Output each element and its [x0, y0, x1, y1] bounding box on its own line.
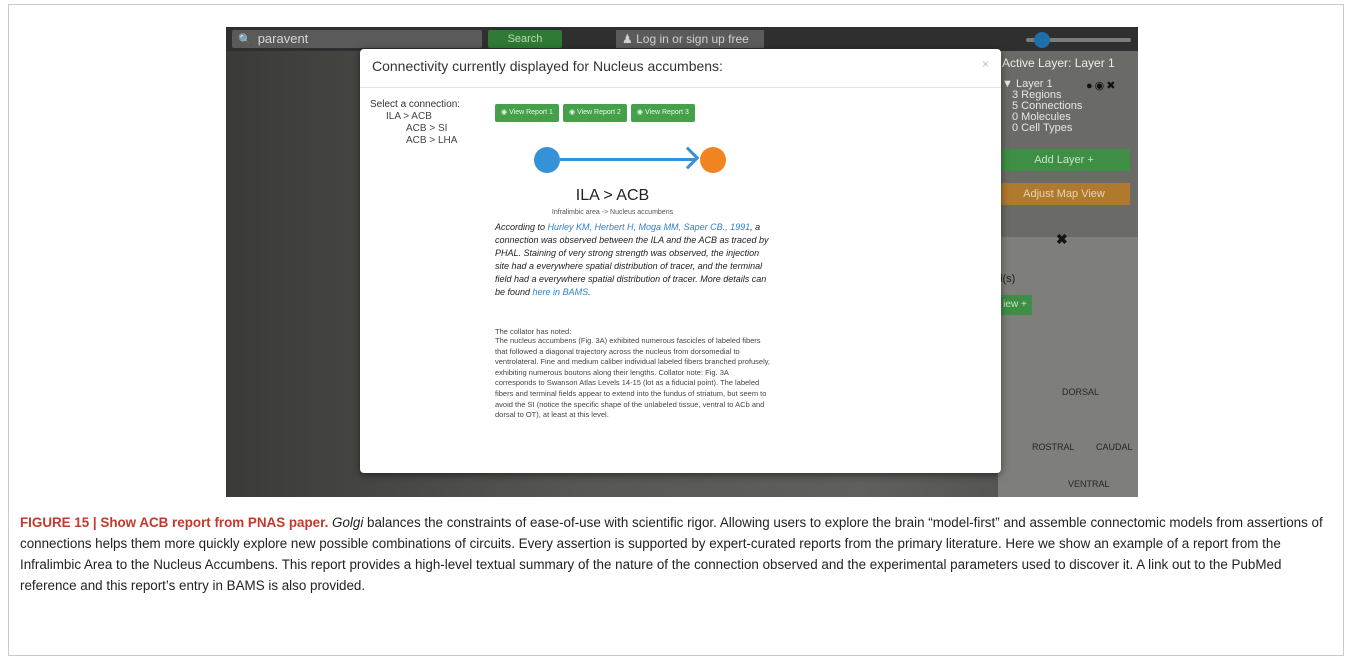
- connection-item[interactable]: ILA > ACB: [386, 111, 432, 122]
- arrow-head-icon: [676, 146, 700, 170]
- connectivity-modal: Connectivity currently displayed for Nuc…: [360, 49, 1001, 473]
- eye-icon: ◉: [636, 109, 644, 116]
- report-buttons: ◉ View Report 1 ◉ View Report 2 ◉ View Report…: [495, 101, 699, 122]
- connection-subtitle: Infralimbic area -> Nucleus accumbens: [551, 209, 674, 216]
- layer-cell-types: 0 Cell Types: [1012, 122, 1073, 134]
- pubmed-citation-link[interactable]: Hurley KM, Herbert H, Moga MM, Saper CB.…: [548, 222, 751, 232]
- summary-body: , a connection was observed between the …: [495, 222, 769, 297]
- adjust-map-button[interactable]: Adjust Map View: [998, 183, 1130, 205]
- partial-label: l(s): [1000, 273, 1016, 285]
- app-screenshot: 🔍 paravent Search ♟ Log in or sign up fre…: [226, 27, 1138, 497]
- eye-icon[interactable]: ◉: [1095, 80, 1107, 92]
- bams-link[interactable]: here in BAMS: [533, 287, 589, 297]
- source-node: [534, 147, 560, 173]
- search-icon: 🔍: [238, 34, 252, 46]
- layer-actions: ●◉✖: [1086, 79, 1117, 92]
- close-icon[interactable]: ✖: [1106, 80, 1117, 92]
- eye-icon: ◉: [568, 109, 576, 116]
- eye-icon: ◉: [501, 109, 508, 116]
- orientation-caudal: CAUDAL: [1096, 442, 1133, 452]
- report-button-label: View Report 3: [645, 109, 689, 116]
- report-summary: According to Hurley KM, Herbert H, Moga …: [495, 221, 775, 299]
- active-layer-title: Active Layer: Layer 1: [1002, 56, 1115, 70]
- summary-prefix: According to: [495, 222, 548, 232]
- report-button-label: View Report 1: [509, 109, 553, 116]
- search-button[interactable]: Search: [488, 30, 562, 48]
- connection-item[interactable]: ACB > LHA: [406, 135, 457, 146]
- connection-title: ILA > ACB: [575, 187, 650, 204]
- report-button-label: View Report 2: [577, 109, 621, 116]
- target-node: [700, 147, 726, 173]
- figure-caption: FIGURE 15 | Show ACB report from PNAS pa…: [20, 512, 1338, 596]
- user-icon: ♟: [622, 32, 633, 46]
- caption-golgi: Golgi: [332, 515, 364, 530]
- caption-lead: FIGURE 15 | Show ACB report from PNAS pa…: [20, 515, 329, 530]
- search-value: paravent: [257, 31, 309, 46]
- orientation-dorsal: DORSAL: [1062, 387, 1100, 397]
- login-label: Log in or sign up free: [636, 32, 749, 46]
- orientation-ventral: VENTRAL: [1068, 479, 1110, 489]
- modal-header: Connectivity currently displayed for Nuc…: [360, 49, 1001, 88]
- modal-title: Connectivity currently displayed for Nuc…: [372, 58, 723, 74]
- view-report-3-button[interactable]: ◉ View Report 3: [630, 104, 695, 122]
- connection-item[interactable]: ACB > SI: [406, 123, 447, 134]
- add-layer-button[interactable]: Add Layer +: [998, 149, 1130, 171]
- select-connection-label: Select a connection:: [370, 99, 461, 110]
- collator-notes: The nucleus accumbens (Fig. 3A) exhibite…: [495, 336, 771, 420]
- close-icon[interactable]: ×: [982, 57, 989, 71]
- collator-notes-heading: The collator has noted:: [495, 327, 572, 336]
- layer-info: ▼ Layer 1 3 Regions 5 Connections 0 Mole…: [1002, 79, 1082, 134]
- dot-icon[interactable]: ●: [1086, 80, 1095, 92]
- summary-end: .: [588, 287, 591, 297]
- connection-arrow-line: [560, 158, 696, 161]
- slider-knob[interactable]: [1034, 32, 1050, 48]
- view-report-1-button[interactable]: ◉ View Report 1: [495, 104, 559, 122]
- search-input[interactable]: 🔍 paravent: [232, 30, 482, 48]
- orientation-rostral: ROSTRAL: [1032, 442, 1075, 452]
- brain-atlas-map[interactable]: [998, 237, 1138, 497]
- login-button[interactable]: ♟ Log in or sign up free: [616, 30, 764, 48]
- view-report-2-button[interactable]: ◉ View Report 2: [562, 104, 627, 122]
- close-icon[interactable]: ✖: [1056, 231, 1068, 248]
- view-button-partial[interactable]: iew +: [998, 295, 1032, 315]
